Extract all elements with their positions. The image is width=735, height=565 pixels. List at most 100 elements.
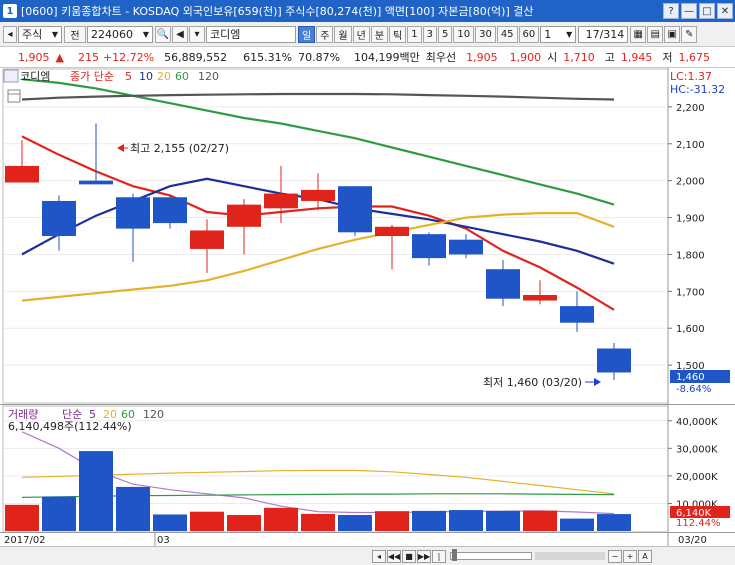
volume-bar bbox=[153, 514, 187, 531]
x-axis-label-march: 03 bbox=[157, 535, 170, 546]
zoom-out-icon[interactable]: − bbox=[608, 549, 622, 563]
search-icon[interactable]: 🔍 bbox=[155, 25, 171, 43]
page-counter-value: 17/314 bbox=[585, 27, 625, 41]
high-price: 1,945 bbox=[620, 50, 653, 64]
current-price-tag-text: 1,460 bbox=[676, 372, 705, 383]
trade-amount: 104,199백만 bbox=[354, 51, 420, 64]
speaker-icon[interactable]: ◀ bbox=[172, 25, 188, 43]
panel-menu-icon[interactable] bbox=[3, 69, 19, 83]
help-button[interactable]: ? bbox=[663, 3, 679, 19]
candle-body bbox=[5, 165, 39, 183]
scroll-first-icon[interactable]: ◀◀ bbox=[387, 549, 401, 563]
calendar-icon[interactable] bbox=[7, 89, 21, 103]
interval-5-button[interactable]: 5 bbox=[437, 25, 453, 43]
current-volume-pct: 112.44% bbox=[676, 518, 721, 529]
x-axis-label-right: 03/20 bbox=[678, 535, 707, 546]
candle-body bbox=[449, 239, 483, 255]
price-y-tick-label: 2,000 bbox=[676, 177, 705, 188]
volume-bar bbox=[338, 515, 372, 531]
chart-svg[interactable]: 1,5001,6001,7001,8001,9002,0002,1002,200… bbox=[0, 68, 735, 546]
ma-legend-60: 60 bbox=[175, 70, 189, 83]
maximize-button[interactable]: □ bbox=[699, 3, 715, 19]
candle-body bbox=[227, 204, 261, 227]
candle-body bbox=[597, 348, 631, 373]
minimize-button[interactable]: — bbox=[681, 3, 697, 19]
price-series-label: 종가 단순 bbox=[70, 70, 114, 83]
period-tick-button[interactable]: 틱 bbox=[389, 25, 407, 43]
high-annotation: 최고 2,155 (02/27) bbox=[130, 142, 229, 155]
volume-bar bbox=[190, 511, 224, 531]
price-y-tick-label: 1,600 bbox=[676, 324, 705, 335]
market-select[interactable]: 주식 ▼ bbox=[18, 25, 62, 43]
font-size-icon[interactable]: A bbox=[638, 549, 652, 563]
interval-1-button[interactable]: 1 bbox=[407, 25, 422, 43]
volume-y-tick-label: 40,000K bbox=[676, 417, 718, 428]
zoom-slider[interactable] bbox=[450, 549, 532, 561]
scroll-last-icon[interactable]: ▶▶ bbox=[417, 549, 431, 563]
interval-30-button[interactable]: 30 bbox=[475, 25, 496, 43]
volume-bar bbox=[264, 507, 298, 531]
volume-bar bbox=[5, 504, 39, 531]
close-button[interactable]: ✕ bbox=[717, 3, 733, 19]
candle-body bbox=[523, 295, 557, 301]
open-price: 1,710 bbox=[563, 50, 595, 64]
candle-body bbox=[42, 200, 76, 236]
volume-y-tick-label: 30,000K bbox=[676, 444, 718, 455]
market-label: 주식 bbox=[22, 28, 43, 41]
candle-body bbox=[79, 180, 113, 185]
volume-y-tick-label: 20,000K bbox=[676, 472, 718, 483]
interval-45-button[interactable]: 45 bbox=[496, 25, 518, 43]
ma-legend-20: 20 bbox=[157, 70, 171, 83]
scroll-left-icon[interactable]: ◂ bbox=[372, 549, 386, 563]
volume-bar bbox=[42, 496, 76, 531]
stock-code-value: 224060 bbox=[91, 27, 133, 41]
save-icon[interactable]: ▣ bbox=[664, 25, 681, 43]
stock-name-field[interactable]: 코디엠 bbox=[206, 25, 296, 43]
vol-ma-legend-120: 120 bbox=[143, 408, 164, 421]
window-title: [0600] 키움종합차트 - KOSDAQ 외국인보유[659(천)] 주식수… bbox=[21, 5, 534, 18]
x-axis-label-start: 2017/02 bbox=[4, 535, 46, 546]
chevron-down-icon: ▼ bbox=[51, 29, 58, 39]
interval-input[interactable]: 1 ▼ bbox=[540, 25, 577, 43]
volume-bar bbox=[227, 515, 261, 531]
volume-bar bbox=[449, 510, 483, 531]
zoom-bar-icon[interactable]: | bbox=[432, 549, 446, 563]
candle-body bbox=[301, 189, 335, 201]
interval-3-button[interactable]: 3 bbox=[422, 25, 437, 43]
volume-value: 56,889,552 bbox=[164, 50, 228, 64]
zoom-in-icon[interactable]: + bbox=[623, 549, 637, 563]
period-year-button[interactable]: 년 bbox=[352, 25, 370, 43]
volume-bar bbox=[412, 510, 446, 531]
stock-name-value: 코디엠 bbox=[210, 28, 241, 41]
view-all-button[interactable]: 전 bbox=[64, 25, 86, 43]
high-label: 고 bbox=[604, 51, 615, 64]
grid-icon[interactable]: ▦ bbox=[630, 25, 647, 43]
ask-price: 1,905 bbox=[466, 50, 498, 64]
candle-body bbox=[116, 197, 150, 229]
chart-area[interactable]: 1,500 1,600 1,700 1,800 1,900 2,000 2,100 2,200… bbox=[0, 68, 735, 546]
period-week-button[interactable]: 주 bbox=[316, 25, 334, 43]
chevron-down-icon: ▼ bbox=[142, 29, 149, 39]
scrollbar-track[interactable] bbox=[535, 552, 605, 560]
price-y-tick-label: 2,200 bbox=[676, 103, 705, 114]
volume-bar bbox=[79, 451, 113, 531]
period-month-button[interactable]: 월 bbox=[334, 25, 352, 43]
price-y-tick-label: 1,900 bbox=[676, 214, 705, 225]
dropdown-arrow-icon[interactable]: ◂ bbox=[3, 25, 17, 43]
zoom-slider-handle[interactable] bbox=[452, 549, 457, 561]
ma-legend-10: 10 bbox=[139, 70, 153, 83]
tools-icon[interactable]: ✎ bbox=[681, 25, 698, 43]
interval-10-button[interactable]: 10 bbox=[453, 25, 475, 43]
period-minute-button[interactable]: 분 bbox=[370, 25, 389, 43]
current-price: 1,905 bbox=[18, 50, 50, 64]
interval-60-button[interactable]: 60 bbox=[518, 25, 540, 43]
chevron-down-icon[interactable]: ▾ bbox=[189, 25, 205, 43]
quote-row: 1,905 ▲ 215 +12.72% 56,889,552 615.31% 7… bbox=[0, 47, 735, 68]
stop-icon[interactable]: ■ bbox=[402, 549, 416, 563]
volume-bar bbox=[301, 513, 335, 531]
candle-body bbox=[486, 269, 520, 299]
period-day-button[interactable]: 일 bbox=[298, 25, 316, 43]
list-icon[interactable]: ▤ bbox=[647, 25, 664, 43]
price-y-tick-label: 1,700 bbox=[676, 287, 705, 298]
stock-code-input[interactable]: 224060 ▼ bbox=[87, 25, 153, 43]
